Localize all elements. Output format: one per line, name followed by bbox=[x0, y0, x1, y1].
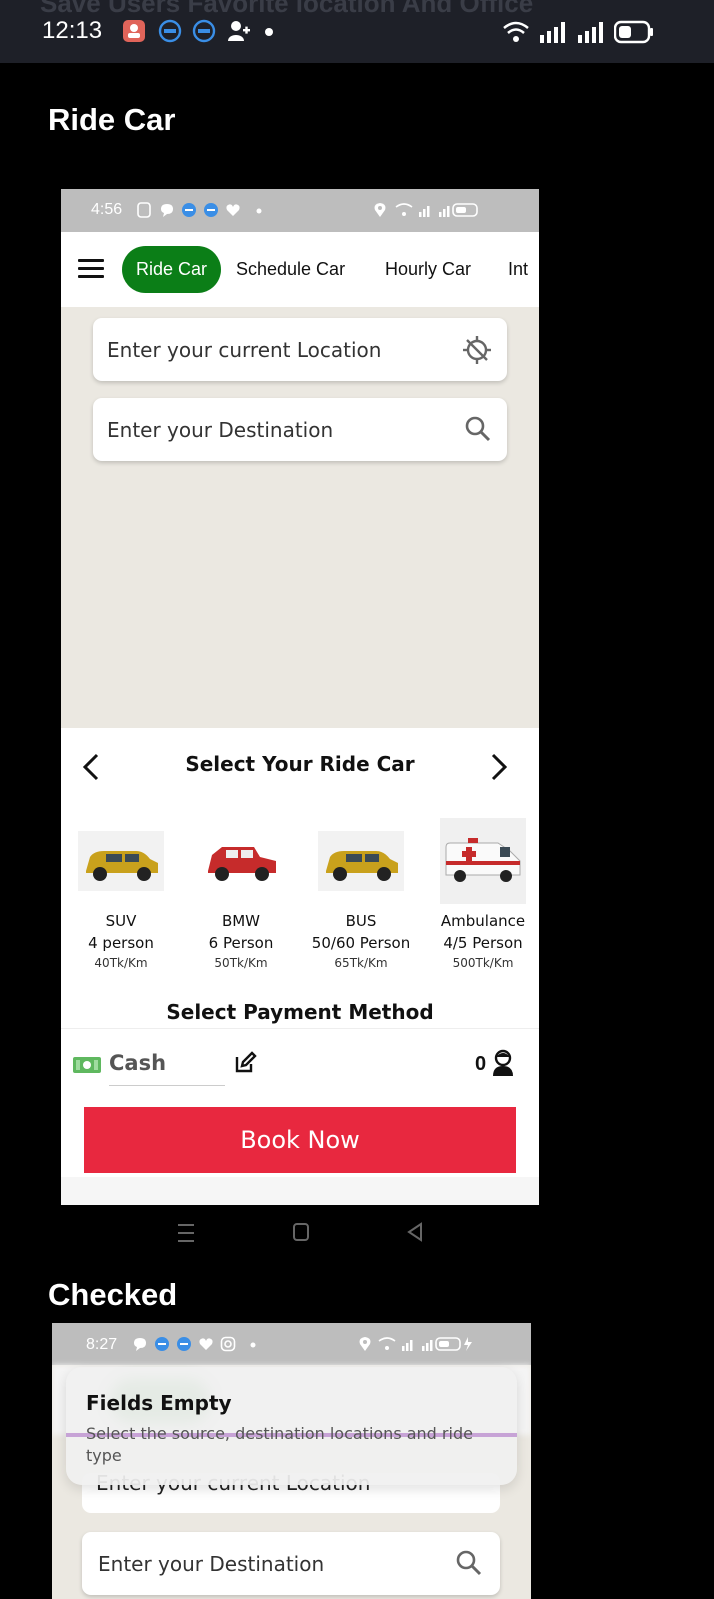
messenger-icon-2 bbox=[192, 19, 216, 43]
phone-status-time: 8:27 bbox=[86, 1336, 118, 1353]
cash-icon bbox=[73, 1057, 101, 1073]
current-location-placeholder: Enter your current Location bbox=[107, 338, 382, 362]
car-option-ambulance[interactable]: Ambulance 4/5 Person 500Tk/Km bbox=[423, 818, 539, 970]
messenger-icon bbox=[155, 1337, 169, 1351]
suv-image bbox=[78, 818, 164, 904]
messenger-icon bbox=[158, 19, 182, 43]
back-icon[interactable] bbox=[406, 1222, 424, 1242]
payment-method-value[interactable]: Cash bbox=[109, 1051, 166, 1075]
signal-icons bbox=[378, 1337, 472, 1351]
bus-image bbox=[318, 818, 404, 904]
destination-field[interactable]: Enter your Destination bbox=[82, 1532, 500, 1595]
ambulance-image bbox=[440, 818, 526, 904]
phone-status-bar: 8:27 bbox=[52, 1323, 531, 1365]
edit-icon[interactable] bbox=[233, 1051, 257, 1075]
wifi-icon bbox=[503, 21, 529, 42]
car-option-bus[interactable]: BUS 50/60 Person 65Tk/Km bbox=[301, 818, 421, 970]
dot-icon bbox=[256, 208, 262, 214]
signal-icons bbox=[395, 203, 478, 217]
tab-intercity[interactable]: Int bbox=[508, 246, 528, 293]
dot-icon bbox=[265, 28, 273, 36]
car-capacity: 4 person bbox=[88, 934, 154, 952]
section-title-ride-car: Ride Car bbox=[48, 102, 176, 137]
messenger-icon-2 bbox=[177, 1337, 191, 1351]
instagram-icon bbox=[220, 1336, 236, 1352]
bmw-image bbox=[198, 818, 284, 904]
messenger-icon-2 bbox=[204, 203, 218, 217]
gps-off-icon[interactable] bbox=[461, 334, 493, 366]
book-now-button[interactable]: Book Now bbox=[84, 1107, 516, 1173]
checked-screenshot: 8:27 Enter your current Location Fields … bbox=[52, 1323, 531, 1599]
heart-icon bbox=[226, 204, 240, 216]
notification-icon bbox=[137, 202, 151, 218]
add-user-icon bbox=[228, 21, 250, 41]
alert-message: Select the source, destination locations… bbox=[86, 1424, 473, 1465]
destination-field[interactable]: Enter your Destination bbox=[93, 398, 507, 461]
fields-empty-alert[interactable]: Fields Empty Select the source, destinat… bbox=[66, 1367, 517, 1485]
signal-icon-2 bbox=[578, 22, 603, 43]
status-time: 12:13 bbox=[42, 17, 103, 44]
signal-icon bbox=[540, 22, 565, 43]
current-location-field[interactable]: Enter your current Location bbox=[93, 318, 507, 381]
sheet-footer bbox=[61, 1177, 539, 1205]
car-option-suv[interactable]: SUV 4 person 40Tk/Km bbox=[61, 818, 181, 970]
destination-placeholder: Enter your Destination bbox=[98, 1552, 325, 1576]
app-notification-icon bbox=[123, 20, 145, 42]
car-name: Ambulance bbox=[440, 912, 526, 930]
search-icon[interactable] bbox=[463, 414, 493, 444]
car-name: BUS bbox=[345, 912, 377, 930]
car-price: 500Tk/Km bbox=[452, 956, 514, 970]
select-ride-title: Select Your Ride Car bbox=[185, 752, 415, 776]
menu-icon[interactable] bbox=[78, 259, 104, 279]
messenger-icon bbox=[182, 203, 196, 217]
car-name: BMW bbox=[221, 912, 261, 930]
tab-schedule-car[interactable]: Schedule Car bbox=[236, 246, 345, 293]
heart-icon bbox=[199, 1338, 213, 1350]
location-icon bbox=[374, 203, 386, 217]
car-option-bmw[interactable]: BMW 6 Person 50Tk/Km bbox=[181, 818, 301, 970]
passenger-count: 0 bbox=[475, 1053, 487, 1075]
location-icon bbox=[359, 1337, 371, 1351]
chevron-right-icon[interactable] bbox=[489, 752, 509, 782]
section-title-checked: Checked bbox=[48, 1277, 178, 1312]
tab-ride-car[interactable]: Ride Car bbox=[122, 246, 222, 293]
phone-status-bar: 4:56 bbox=[61, 189, 539, 232]
ride-selection-sheet: Select Your Ride Car SUV 4 person 40Tk/K… bbox=[61, 728, 539, 1205]
destination-placeholder: Enter your Destination bbox=[107, 418, 334, 442]
payment-underline bbox=[109, 1085, 225, 1086]
car-capacity: 6 Person bbox=[208, 934, 274, 952]
battery-icon bbox=[614, 20, 653, 44]
chat-icon bbox=[161, 204, 173, 217]
chat-icon bbox=[134, 1338, 146, 1351]
car-price: 40Tk/Km bbox=[94, 956, 148, 970]
passenger-icon[interactable] bbox=[491, 1049, 515, 1077]
car-price: 65Tk/Km bbox=[334, 956, 388, 970]
system-status-bar: Save Users Favorite location And Office … bbox=[0, 0, 714, 63]
car-capacity: 50/60 Person bbox=[311, 934, 411, 952]
dot-icon bbox=[250, 1342, 256, 1348]
ride-car-screenshot: 4:56 Ride Car Schedule Car Hourly Car In… bbox=[61, 189, 539, 1205]
phone-status-time: 4:56 bbox=[91, 201, 123, 218]
car-name: SUV bbox=[105, 912, 137, 930]
car-price: 50Tk/Km bbox=[214, 956, 268, 970]
alert-title: Fields Empty bbox=[86, 1391, 232, 1415]
car-capacity: 4/5 Person bbox=[443, 934, 523, 952]
payment-title: Select Payment Method bbox=[166, 1000, 434, 1024]
payment-row: Cash 0 bbox=[61, 1028, 539, 1098]
tab-hourly-car[interactable]: Hourly Car bbox=[385, 246, 471, 293]
android-nav-bar bbox=[0, 1218, 714, 1248]
search-icon[interactable] bbox=[454, 1548, 484, 1578]
home-icon[interactable] bbox=[292, 1222, 310, 1242]
ride-type-tabs: Ride Car Schedule Car Hourly Car Int bbox=[61, 232, 539, 307]
map-area[interactable]: Enter your current Location Enter your D… bbox=[61, 307, 539, 728]
ghost-text: Save Users Favorite location And Office bbox=[40, 0, 534, 18]
recent-apps-icon[interactable] bbox=[177, 1222, 195, 1244]
